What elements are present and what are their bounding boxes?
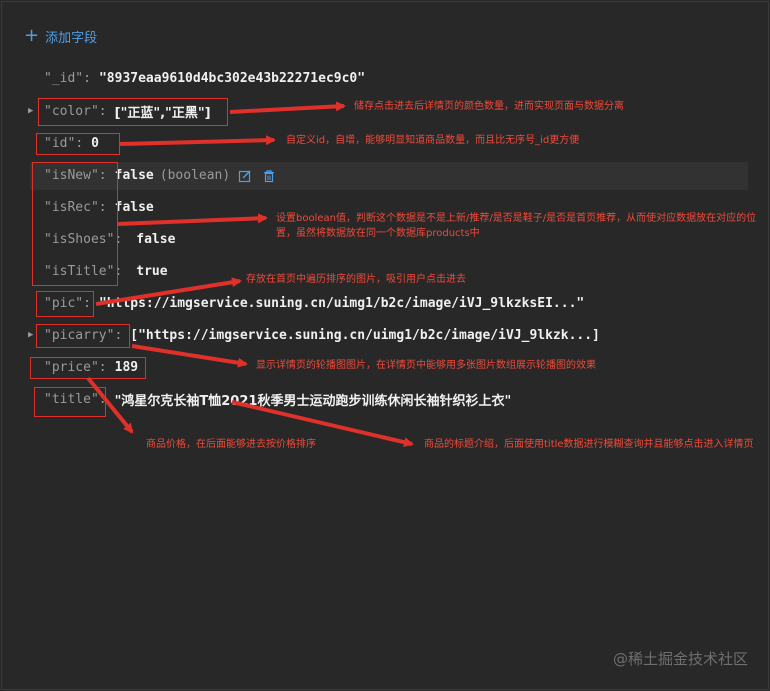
annotation-title: 商品的标题介绍，后面使用title数据进行模糊查询并且能够点击进入详情页 [424,439,754,450]
annotation-color: 储存点击进去后详情页的颜色数量，进而实现页面与数据分离 [354,101,624,112]
annotation-price: 商品价格，在后面能够进去按价格排序 [146,439,316,450]
arrow-id [119,135,276,146]
annotation-picarry: 显示详情页的轮播图图片，在详情页中能够用多张图片数组展示轮播图的效果 [256,360,596,371]
arrow-booleans [117,213,268,226]
arrow-color [229,101,346,114]
annotation-booleans: 设置boolean值，判断这个数据是不是上新/推荐/是否是鞋子/是否是首页推荐，… [276,213,757,239]
arrow-picarry [131,344,248,368]
arrow-price [86,376,134,434]
annotation-id: 自定义id，自增，能够明显知道商品数量，而且比无序号_id更方便 [286,135,580,146]
annotation-pic: 存放在首页中遍历排序的图片，吸引用户点击进去 [246,274,466,285]
watermark: @稀土掘金技术社区 [612,650,748,668]
arrow-pic [95,277,242,306]
